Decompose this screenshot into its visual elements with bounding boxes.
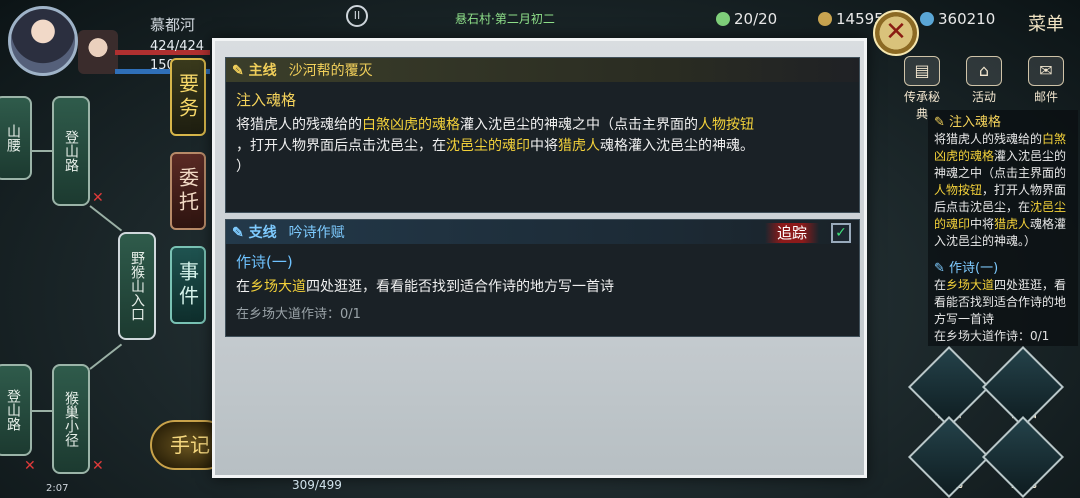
main-quest-title: 注入魂格 — [236, 91, 297, 109]
quest-tracker[interactable]: ✎ 注入魂格 将猎虎人的残魂给的白煞凶虎的魂格灌入沈邑尘的神魂之中（点击主界面的… — [928, 110, 1078, 346]
side-quest-body: 作诗(一) 在乡场大道四处逛逛，看看能否找到适合作诗的地方写一首诗 在乡场大道作… — [226, 244, 859, 333]
map-path — [89, 205, 123, 232]
tab-commissions[interactable]: 委托 — [170, 152, 206, 230]
track-checkbox[interactable]: ✓ — [831, 223, 851, 243]
hp-text: 424/424 — [150, 39, 205, 54]
map-path — [30, 410, 52, 412]
tab-main-quests[interactable]: 要务 — [170, 58, 206, 136]
stamina-value: 20/20 — [734, 10, 778, 28]
tracker-side-text: 在乡场大道四处逛逛，看看能否找到适合作诗的地方写一首诗 — [934, 278, 1067, 326]
map-node-current[interactable]: 野猴山入口 — [118, 232, 156, 340]
tracker-side-progress: 在乡场大道作诗：0/1 — [934, 329, 1050, 343]
location-label: 悬石村·第二月初二 — [455, 12, 555, 26]
main-quest-header: ✎ 主线 沙河帮的覆灭 — [226, 58, 859, 82]
journal-shortcut-button[interactable]: 手记 — [907, 415, 991, 498]
backpack-button[interactable]: 背包 — [981, 415, 1065, 498]
map-node[interactable]: 山腰 — [0, 96, 32, 180]
tracker-main-title: ✎ 注入魂格 — [934, 115, 1002, 130]
gift-icon: ⌂ — [966, 56, 1002, 86]
main-quest-card[interactable]: ✎ 主线 沙河帮的覆灭 注入魂格 将猎虎人的残魂给的白煞凶虎的魂格灌入沈邑尘的神… — [225, 57, 860, 213]
tracker-side-title: ✎ 作诗(一) — [934, 261, 999, 276]
side-quest-type: ✎ 支线 — [232, 225, 277, 241]
map-path — [30, 150, 52, 152]
main-quest-type: ✎ 主线 — [232, 63, 277, 79]
materials-button[interactable]: 材料 — [907, 345, 991, 429]
tab-events[interactable]: 事件 — [170, 246, 206, 324]
side-quest-chapter: 吟诗作赋 — [288, 225, 345, 241]
clock: 2:07 — [46, 483, 69, 494]
mail-icon: ✉ — [1028, 56, 1064, 86]
stamina-icon — [716, 12, 730, 26]
items-button[interactable]: 物品 — [981, 345, 1065, 429]
blocked-marker-icon: ✕ — [92, 458, 104, 474]
map-node[interactable]: 猴巢小径 — [52, 364, 90, 474]
bottom-stat: 309/499 — [292, 478, 342, 492]
scroll-book-icon: ▤ — [904, 56, 940, 86]
map-node[interactable]: 登山路 — [52, 96, 90, 206]
spirit-value: 360210 — [938, 10, 996, 28]
player-avatar[interactable] — [8, 6, 78, 76]
map-node[interactable]: 登山路 — [0, 364, 32, 456]
spirit-icon — [920, 12, 934, 26]
side-quest-header: ✎ 支线 吟诗作赋 追踪 ✓ — [226, 220, 859, 244]
side-quest-description: 在乡场大道四处逛逛，看看能否找到适合作诗的地方写一首诗 — [236, 279, 614, 295]
side-quest-title: 作诗(一) — [236, 253, 293, 271]
pause-icon[interactable]: II — [346, 5, 368, 27]
spirit-counter: 360210 — [920, 10, 995, 28]
tracker-main-text: 将猎虎人的残魂给的白煞凶虎的魂格灌入沈邑尘的神魂之中（点击主界面的人物按钮，打开… — [934, 132, 1067, 248]
stamina-counter: 20/20 — [716, 10, 777, 28]
side-quest-card[interactable]: ✎ 支线 吟诗作赋 追踪 ✓ 作诗(一) 在乡场大道四处逛逛，看看能否找到适合作… — [225, 219, 860, 337]
companion-avatar[interactable] — [78, 30, 118, 74]
blocked-marker-icon: ✕ — [24, 458, 36, 474]
close-button[interactable]: ✕ — [873, 10, 919, 56]
blocked-marker-icon: ✕ — [92, 190, 104, 206]
main-quest-chapter: 沙河帮的覆灭 — [288, 63, 373, 79]
map-path — [89, 343, 123, 370]
side-quest-progress: 在乡场大道作诗：0/1 — [236, 307, 361, 322]
main-quest-body: 注入魂格 将猎虎人的残魂给的白煞凶虎的魂格灌入沈邑尘的神魂之中（点击主界面的人物… — [226, 82, 859, 186]
track-label: 追踪 — [764, 223, 819, 243]
menu-button[interactable]: 菜单 — [1028, 10, 1064, 36]
main-quest-description: 将猎虎人的残魂给的白煞凶虎的魂格灌入沈邑尘的神魂之中（点击主界面的人物按钮 ，打… — [236, 117, 754, 175]
quest-panel: ✎ 主线 沙河帮的覆灭 注入魂格 将猎虎人的残魂给的白煞凶虎的魂格灌入沈邑尘的神… — [212, 38, 867, 478]
player-name: 慕都河 — [150, 16, 196, 34]
coin-icon — [818, 12, 832, 26]
